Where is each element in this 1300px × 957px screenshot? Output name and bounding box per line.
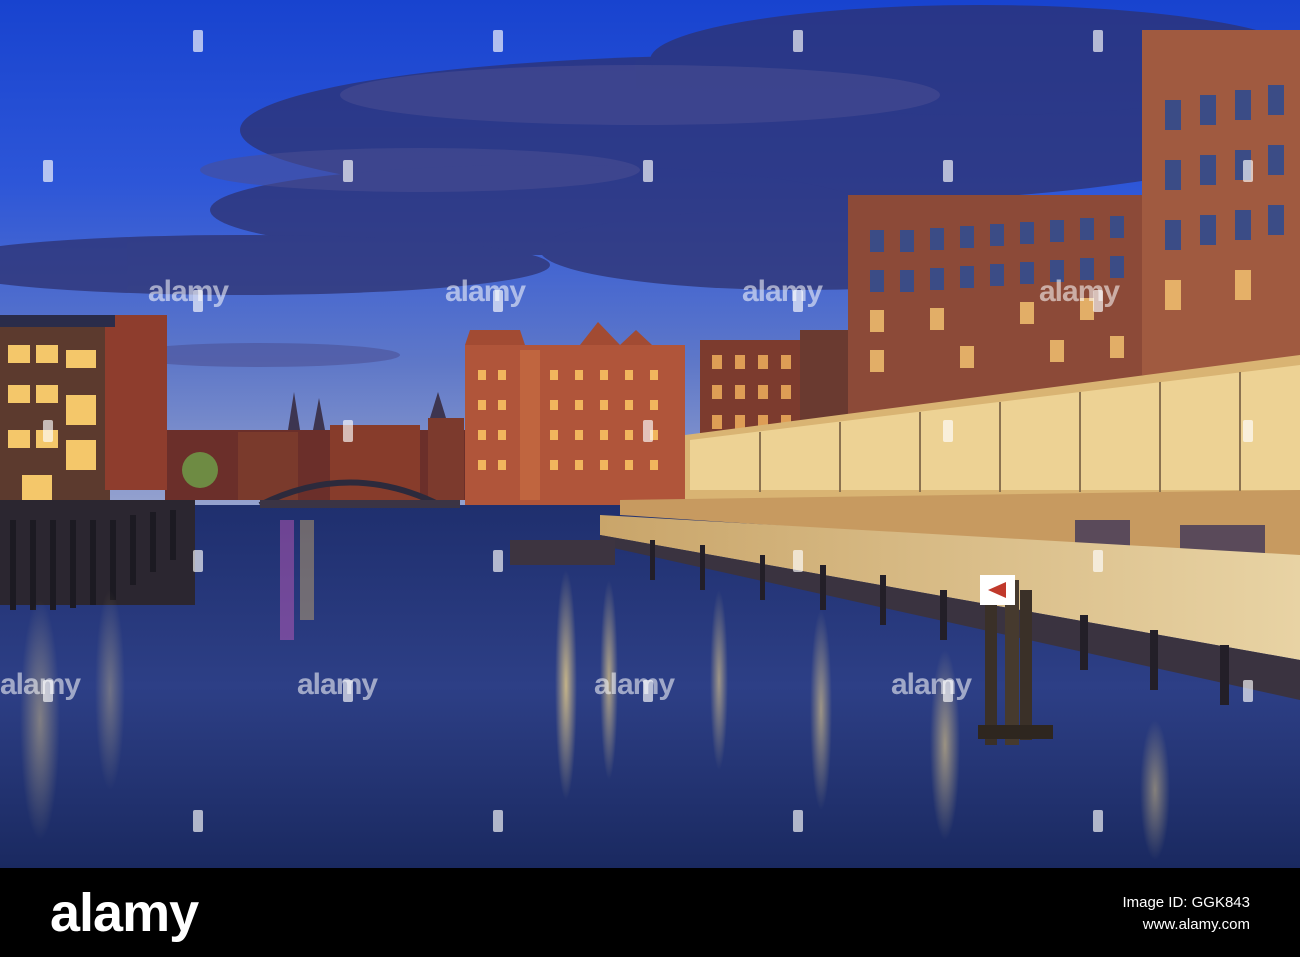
footer-meta: Image ID: GGK843 www.alamy.com [1122,892,1250,936]
stock-footer-bar: alamy Image ID: GGK843 www.alamy.com [0,868,1300,957]
harbour-canal-night-photo [0,0,1300,868]
floating-pontoon [510,540,615,565]
stock-photo-page: alamy alamy alamy alamy alamy alamy alam… [0,0,1300,957]
alamy-logo: alamy [50,883,199,943]
site-url: www.alamy.com [1142,916,1250,933]
image-id-label: Image ID: GGK843 [1122,894,1250,911]
brick-warehouse [465,322,685,505]
